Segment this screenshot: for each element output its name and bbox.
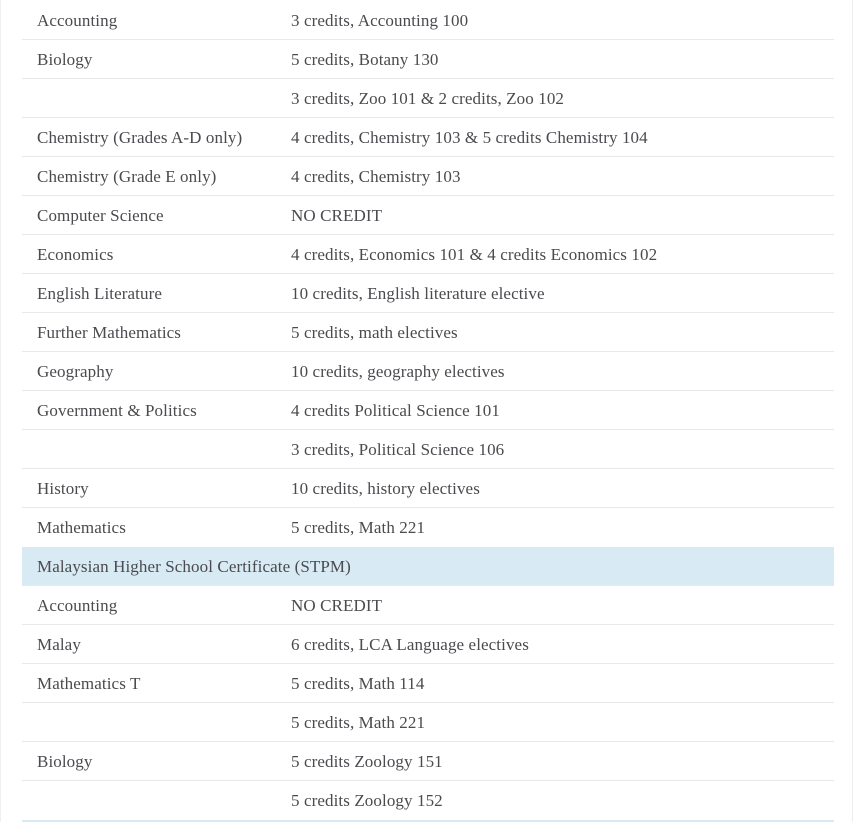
credit-transfer-table: Accounting 3 credits, Accounting 100 Biolo… [22,0,834,822]
table-row: Mathematics 5 credits, Math 221 [22,507,834,547]
subject-cell: Biology [22,741,281,781]
credit-cell: 5 credits, Math 221 [281,702,834,742]
table-row: Mathematics T5 credits, Math 114 [22,663,834,703]
table-row: Biology 5 credits Zoology 151 [22,741,834,781]
table-row: Accounting NO CREDIT [22,585,834,625]
subject-cell: History [22,468,281,508]
subject-cell: Biology [22,39,281,79]
table-row: 3 credits, Political Science 106 [22,429,834,469]
credit-cell: NO CREDIT [281,585,834,625]
table-row: 3 credits, Zoo 101 & 2 credits, Zoo 102 [22,78,834,118]
table-row: English Literature 10 credits, English li… [22,273,834,313]
credit-cell: 4 credits, Chemistry 103 [281,156,834,196]
credit-cell: 4 credits Political Science 101 [281,390,834,430]
subject-cell: Chemistry (Grade E only) [22,156,281,196]
table-row: Biology 5 credits, Botany 130 [22,39,834,79]
table-row: 5 credits, Math 221 [22,702,834,742]
subject-cell: Chemistry (Grades A-D only) [22,117,281,157]
credit-cell: 5 credits, Math 114 [281,663,834,703]
subject-cell [22,78,281,118]
table-row: History 10 credits, history electives [22,468,834,508]
table-row: Computer Science NO CREDIT [22,195,834,235]
table-row: Government & Politics 4 credits Political… [22,390,834,430]
table-row: Accounting 3 credits, Accounting 100 [22,1,834,40]
subject-cell: Geography [22,351,281,391]
subject-cell [22,429,281,469]
subject-cell: Computer Science [22,195,281,235]
content-area: Accounting 3 credits, Accounting 100 Biolo… [11,0,840,822]
credit-cell: 6 credits, LCA Language electives [281,624,834,664]
table-row: 5 credits Zoology 152 [22,780,834,820]
table-row: Further Mathematics 5 credits, math elect… [22,312,834,352]
subject-cell [22,780,281,820]
table-row: Chemistry (Grade E only) 4 credits, Chemi… [22,156,834,196]
credit-cell: 3 credits, Accounting 100 [291,10,469,30]
subject-cell: Mathematics T [22,663,281,703]
subject-cell: Mathematics [22,507,281,547]
subject-cell [22,702,281,742]
subject-cell: Accounting [22,585,281,625]
subject-cell: Malay [22,624,281,664]
subject-cell: Accounting [37,10,118,30]
subject-cell: Further Mathematics [22,312,281,352]
credit-cell: 10 credits, geography electives [281,351,834,391]
credit-cell: 4 credits, Chemistry 103 & 5 credits Che… [281,117,834,157]
credit-cell: 5 credits Zoology 152 [281,780,834,820]
credit-transfer-table-body: Accounting 3 credits, Accounting 100 Biolo… [22,1,834,822]
credit-cell: 4 credits, Economics 101 & 4 credits Eco… [281,234,834,274]
table-row: Geography 10 credits, geography electives [22,351,834,391]
subject-cell: English Literature [22,273,281,313]
table-row: Economics 4 credits, Economics 101 & 4 cr… [22,234,834,274]
credit-cell: 5 credits Zoology 151 [281,741,834,781]
credit-cell: 5 credits, math electives [281,312,834,352]
credit-cell: 10 credits, English literature elective [281,273,834,313]
page-frame: Accounting 3 credits, Accounting 100 Biolo… [0,0,853,822]
subject-cell: Government & Politics [22,390,281,430]
table-row: Malay 6 credits, LCA Language electives [22,624,834,664]
credit-cell: 3 credits, Zoo 101 & 2 credits, Zoo 102 [281,78,834,118]
subject-cell: Economics [22,234,281,274]
table-row: Chemistry (Grades A-D only) 4 credits, Ch… [22,117,834,157]
credit-cell: NO CREDIT [281,195,834,235]
credit-cell: 3 credits, Political Science 106 [281,429,834,469]
credit-cell: 5 credits, Botany 130 [281,39,834,79]
section-header-label: Malaysian Higher School Certificate (STP… [22,546,834,586]
credit-cell: 5 credits, Math 221 [281,507,834,547]
credit-cell: 10 credits, history electives [281,468,834,508]
table-section-header-row: Malaysian Higher School Certificate (STP… [22,546,834,586]
